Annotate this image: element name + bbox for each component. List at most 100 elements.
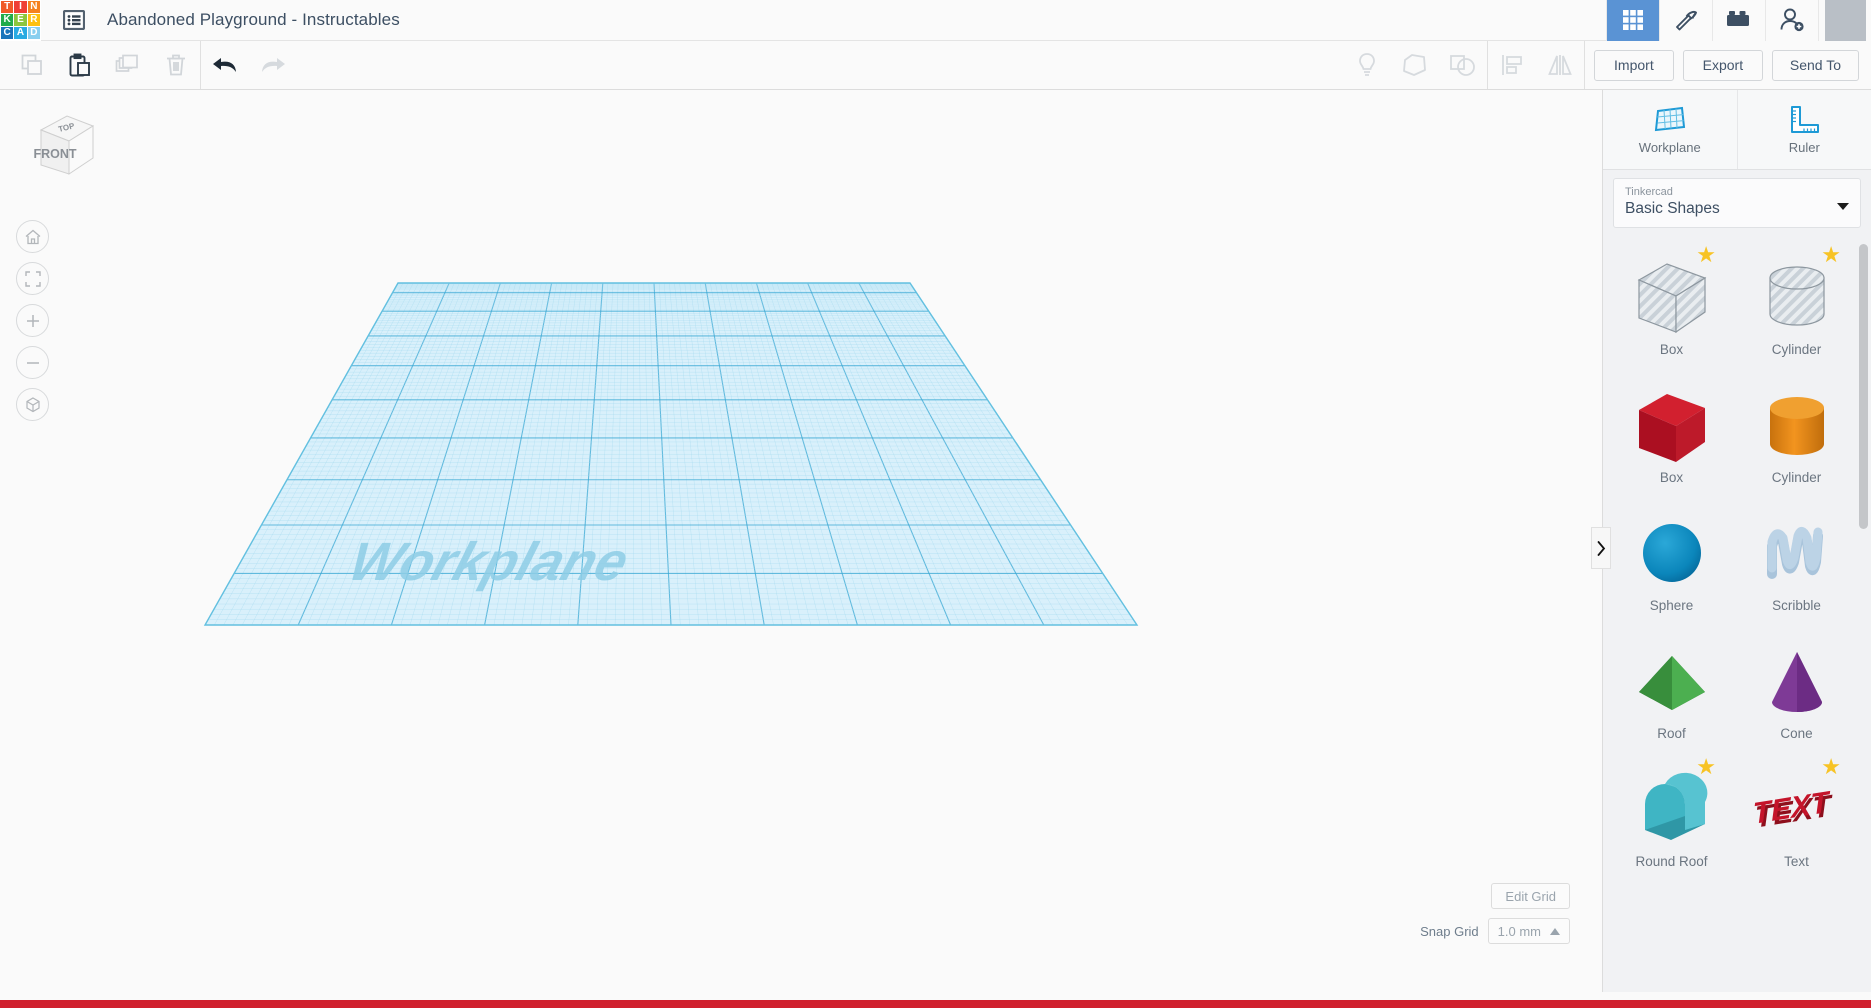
shape-label: Roof [1657,726,1686,741]
gallery-grid-icon[interactable] [1606,0,1659,41]
paste-icon[interactable] [56,41,104,89]
panel-scrollbar[interactable] [1859,244,1868,529]
workplane-tool-label: Workplane [1638,139,1701,155]
view-nav-buttons [16,220,49,430]
edit-tools-left [0,41,297,89]
logo-tile-r: R [27,13,40,27]
add-person-icon[interactable] [1765,0,1818,41]
panel-collapse-handle[interactable] [1591,527,1611,569]
chevron-right-icon [1597,540,1605,556]
shape-label: Cylinder [1771,342,1822,357]
shape-item-sphere-blue[interactable]: Sphere [1609,500,1734,628]
shape-thumbnail-cone-purple [1756,638,1838,724]
shapes-grid: ★ Box ★ Cylinder Box Cylinder Sphere Scribble Ro… [1603,238,1871,884]
lightbulb-icon[interactable] [1343,41,1391,89]
shape-thumbnail-sphere-blue [1631,510,1713,596]
shape-label: Box [1659,470,1684,485]
shape-label: Box [1659,342,1684,357]
snap-grid-select[interactable]: 1.0 mm [1487,918,1570,944]
library-source-label: Tinkercad [1625,186,1673,198]
zoom-out-button[interactable] [16,346,49,379]
shape-item-box-hole[interactable]: ★ Box [1609,244,1734,372]
library-selector[interactable]: Tinkercad Basic Shapes [1613,178,1861,228]
shape-thumbnail-cylinder-orange [1756,382,1838,468]
redo-arrow-icon[interactable] [249,41,297,89]
panel-tool-row: Workplane Ruler [1603,90,1871,170]
favorite-star-icon[interactable]: ★ [1696,244,1716,266]
workplane-tool[interactable]: Workplane [1603,90,1738,169]
shape-item-scribble[interactable]: Scribble [1734,500,1859,628]
workplane[interactable]: Workplane [0,90,1600,992]
logo-tile-c: C [1,27,14,40]
shape-label: Text [1784,854,1809,869]
topbar-actions [1606,0,1871,41]
shape-item-box-red[interactable]: Box [1609,372,1734,500]
shape-item-cylinder-orange[interactable]: Cylinder [1734,372,1859,500]
edit-tools-right: Import Export Send To [1343,41,1871,89]
undo-arrow-icon[interactable] [201,41,249,89]
caret-up-icon [1550,927,1560,935]
tinkercad-logo[interactable]: TINKERCAD [0,0,41,41]
perspective-toggle-button[interactable] [16,388,49,421]
trash-icon[interactable] [152,41,200,89]
pickaxe-icon[interactable] [1659,0,1712,41]
ruler-tool[interactable]: Ruler [1738,90,1871,169]
group-icon[interactable] [1391,41,1439,89]
edit-grid-button[interactable]: Edit Grid [1491,883,1570,909]
lego-brick-icon[interactable] [1712,0,1765,41]
copy-icon[interactable] [8,41,56,89]
shape-item-roof-green[interactable]: Roof [1609,628,1734,756]
shape-thumbnail-scribble [1756,510,1838,596]
3d-canvas[interactable]: Workplane TOP FRONT Edit Grid Snap Grid … [0,90,1600,992]
snap-grid-value: 1.0 mm [1497,923,1541,939]
grid-controls: Edit Grid Snap Grid 1.0 mm [1420,883,1570,944]
logo-tile-d: D [27,27,40,40]
document-title: Abandoned Playground - Instructables [107,10,400,29]
snap-grid-label: Snap Grid [1420,923,1479,939]
shape-item-round-roof-teal[interactable]: ★ Round Roof [1609,756,1734,884]
shape-label: Cylinder [1771,470,1822,485]
shapes-panel: Workplane Ruler Tinkercad Basic Shapes ★… [1602,90,1871,992]
user-avatar[interactable] [1818,0,1871,41]
mirror-flip-icon[interactable] [1536,41,1584,89]
align-icon[interactable] [1488,41,1536,89]
ruler-tool-label: Ruler [1788,139,1820,155]
list-menu-icon[interactable] [59,5,89,35]
snap-grid-row: Snap Grid 1.0 mm [1420,918,1570,944]
logo-tile-t: T [1,0,14,13]
shape-item-cone-purple[interactable]: Cone [1734,628,1859,756]
fit-view-button[interactable] [16,262,49,295]
shape-label: Round Roof [1635,854,1708,869]
shape-label: Cone [1780,726,1813,741]
favorite-star-icon[interactable]: ★ [1821,244,1841,266]
shape-item-cylinder-hole[interactable]: ★ Cylinder [1734,244,1859,372]
logo-tile-i: I [14,0,27,13]
workplane-icon [1654,106,1685,131]
library-selector-wrap: Tinkercad Basic Shapes [1603,170,1871,238]
top-bar: TINKERCAD Abandoned Playground - Instruc… [0,0,1871,41]
avatar-image [1824,0,1866,41]
export-button[interactable]: Export [1682,49,1763,81]
shape-label: Sphere [1649,598,1694,613]
favorite-star-icon[interactable]: ★ [1821,756,1841,778]
ungroup-icon[interactable] [1439,41,1487,89]
duplicate-icon[interactable] [104,41,152,89]
zoom-in-button[interactable] [16,304,49,337]
edit-toolbar: Import Export Send To [0,41,1871,90]
shape-thumbnail-roof-green [1631,638,1713,724]
view-cube[interactable]: TOP FRONT [25,108,97,180]
workplane-label: Workplane [342,531,635,592]
shape-thumbnail-box-red [1631,382,1713,468]
logo-tile-k: K [1,13,14,27]
favorite-star-icon[interactable]: ★ [1696,756,1716,778]
logo-tile-a: A [14,27,27,40]
shapes-scroll-area[interactable]: ★ Box ★ Cylinder Box Cylinder Sphere Scribble Ro… [1603,238,1871,992]
import-button[interactable]: Import [1593,49,1674,81]
home-view-button[interactable] [16,220,49,253]
library-selected-value: Basic Shapes [1625,200,1720,217]
send-to-button[interactable]: Send To [1771,49,1859,81]
chevron-down-icon [1837,203,1849,210]
shape-item-text-red[interactable]: ★ TEXT TEXT Text [1734,756,1859,884]
ruler-icon [1791,105,1820,133]
viewcube-front-label: FRONT [33,147,76,161]
